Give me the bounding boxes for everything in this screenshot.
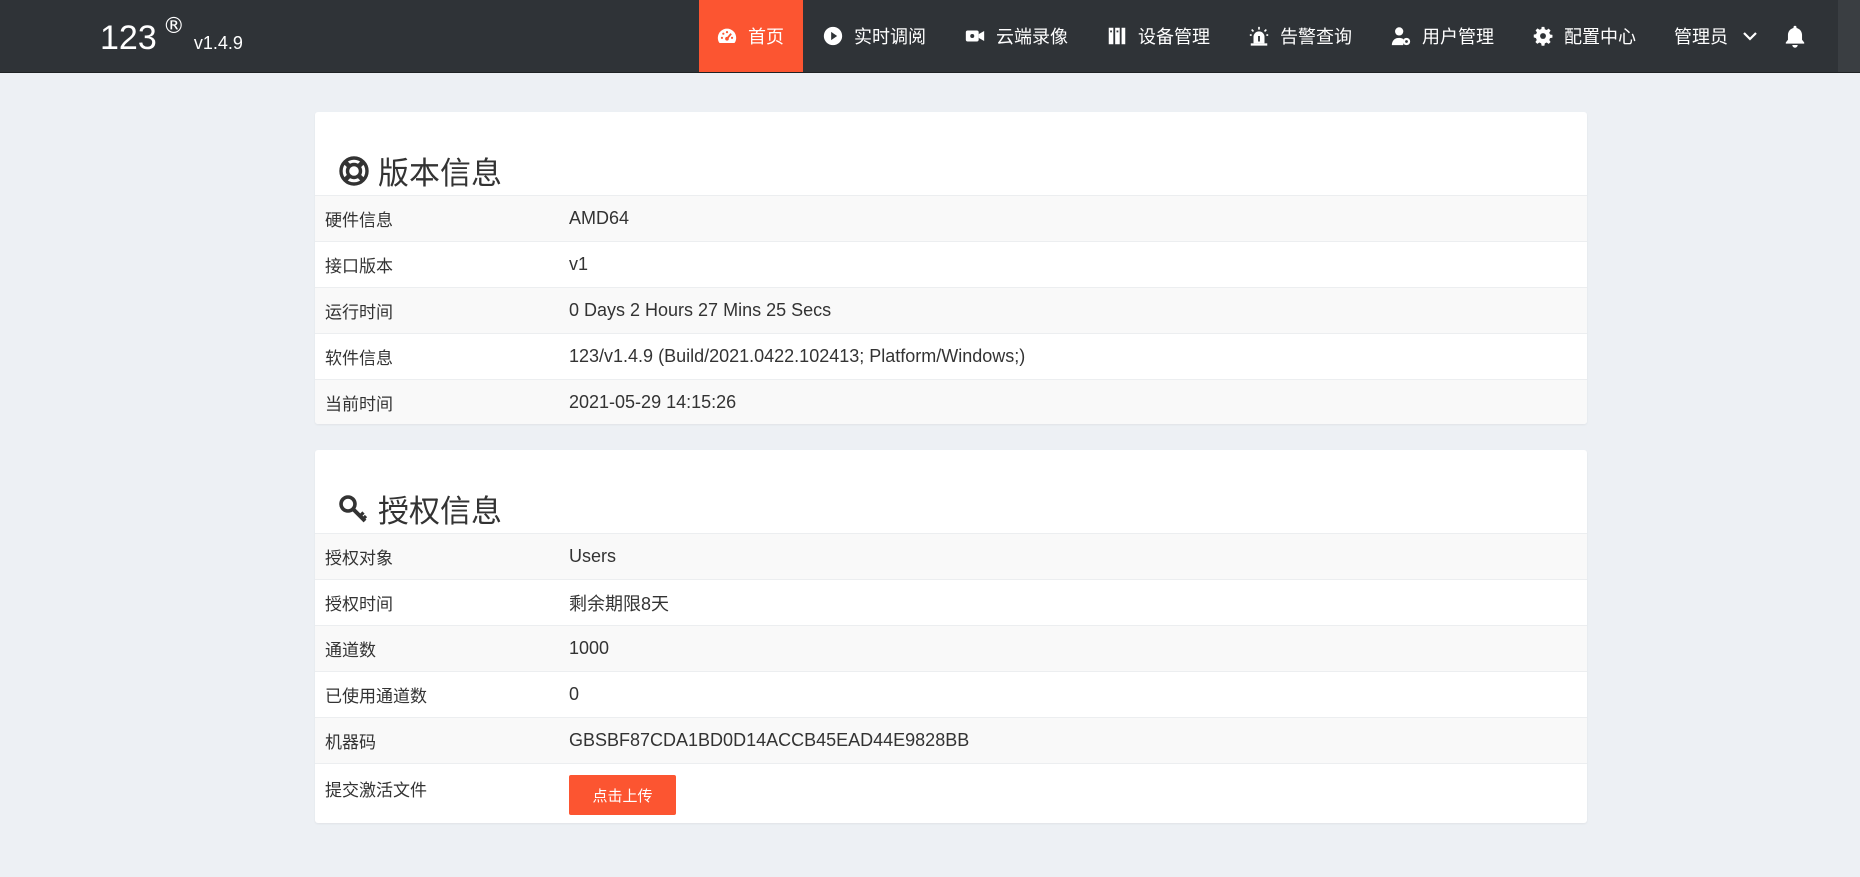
info-row: 机器码 GBSBF87CDA1BD0D14ACCB45EAD44E9828BB [315, 717, 1587, 763]
chevron-down-icon [1740, 26, 1760, 46]
version-info-card: 版本信息 硬件信息 AMD64 接口版本 v1 运行时间 0 Days 2 Ho… [315, 112, 1587, 424]
nav-item-alarm-query[interactable]: 告警查询 [1229, 0, 1371, 72]
nav-label: 云端录像 [996, 27, 1068, 48]
info-value: 0 [569, 684, 580, 704]
info-value: GBSBF87CDA1BD0D14ACCB45EAD44E9828BB [569, 730, 970, 750]
nav-item-home[interactable]: 首页 [699, 0, 803, 72]
info-row: 接口版本 v1 [315, 241, 1587, 287]
info-label: 硬件信息 [325, 211, 393, 231]
upload-label: 提交激活文件 [325, 781, 427, 801]
info-value: AMD64 [569, 208, 630, 228]
info-label: 运行时间 [325, 303, 393, 323]
info-label: 接口版本 [325, 257, 393, 277]
info-label: 软件信息 [325, 349, 393, 369]
info-row: 运行时间 0 Days 2 Hours 27 Mins 25 Secs [315, 287, 1587, 333]
info-label: 授权时间 [325, 595, 393, 615]
info-row: 已使用通道数 0 [315, 671, 1587, 717]
card-title: 授权信息 [378, 494, 502, 530]
registered-mark: ® [162, 14, 185, 39]
info-row: 授权时间 剩余期限8天 [315, 579, 1587, 625]
info-row: 通道数 1000 [315, 625, 1587, 671]
upload-row: 提交激活文件 点击上传 [315, 763, 1587, 823]
columns-icon [1106, 25, 1128, 47]
navbar-scroll-track [1838, 0, 1860, 72]
user-cog-icon [1390, 25, 1412, 47]
brand-logo[interactable]: 123 ® v1.4.9 [100, 14, 243, 58]
license-info-card: 授权信息 授权对象 Users 授权时间 剩余期限8天 通道数 1000 已使用… [315, 450, 1587, 823]
nav-item-config-center[interactable]: 配置中心 [1513, 0, 1655, 72]
info-value: 2021-05-29 14:15:26 [569, 392, 737, 412]
info-value: v1 [569, 254, 589, 274]
info-row: 当前时间 2021-05-29 14:15:26 [315, 379, 1587, 424]
nav-item-cloud-recording[interactable]: 云端录像 [945, 0, 1087, 72]
alarm-icon [1248, 25, 1270, 47]
info-value: 123/v1.4.9 (Build/2021.0422.102413; Plat… [569, 346, 1026, 366]
nav-label: 告警查询 [1280, 27, 1352, 48]
brand-name: 123 [100, 19, 157, 57]
key-icon [338, 493, 370, 525]
nav-menu: 首页 实时调阅 云端录像 设备管理 告警查询 用户管理 配置中心 管理员 [699, 0, 1779, 72]
info-label: 通道数 [325, 641, 376, 661]
info-value: 剩余期限8天 [569, 593, 670, 614]
nav-label: 配置中心 [1564, 27, 1636, 48]
info-label: 机器码 [325, 733, 376, 753]
play-circle-icon [822, 25, 844, 47]
top-navbar: 123 ® v1.4.9 首页 实时调阅 云端录像 设备管理 告警查询 用户管理… [0, 0, 1860, 73]
card-title: 版本信息 [378, 156, 502, 192]
info-value: 1000 [569, 638, 610, 658]
nav-label: 首页 [748, 27, 784, 48]
nav-item-live-view[interactable]: 实时调阅 [803, 0, 945, 72]
lifebuoy-icon [338, 155, 370, 187]
info-value: 0 Days 2 Hours 27 Mins 25 Secs [569, 300, 832, 320]
gear-icon [1532, 25, 1554, 47]
video-camera-icon [964, 25, 986, 47]
card-header: 授权信息 [315, 450, 1587, 533]
brand-version: v1.4.9 [193, 33, 243, 53]
info-row: 授权对象 Users [315, 533, 1587, 579]
card-header: 版本信息 [315, 112, 1587, 195]
info-label: 已使用通道数 [325, 687, 427, 707]
nav-item-user-management[interactable]: 用户管理 [1371, 0, 1513, 72]
nav-label: 实时调阅 [854, 27, 926, 48]
info-label: 授权对象 [325, 549, 393, 569]
nav-label: 设备管理 [1138, 27, 1210, 48]
info-label: 当前时间 [325, 395, 393, 415]
bell-icon[interactable] [1782, 23, 1808, 49]
nav-item-device-management[interactable]: 设备管理 [1087, 0, 1229, 72]
dashboard-icon [716, 25, 738, 47]
info-row: 硬件信息 AMD64 [315, 195, 1587, 241]
upload-button[interactable]: 点击上传 [569, 775, 676, 815]
nav-label: 用户管理 [1422, 27, 1494, 48]
info-row: 软件信息 123/v1.4.9 (Build/2021.0422.102413;… [315, 333, 1587, 379]
info-value: Users [569, 546, 617, 566]
nav-user-menu[interactable]: 管理员 [1655, 0, 1779, 72]
nav-user-label: 管理员 [1674, 27, 1728, 48]
